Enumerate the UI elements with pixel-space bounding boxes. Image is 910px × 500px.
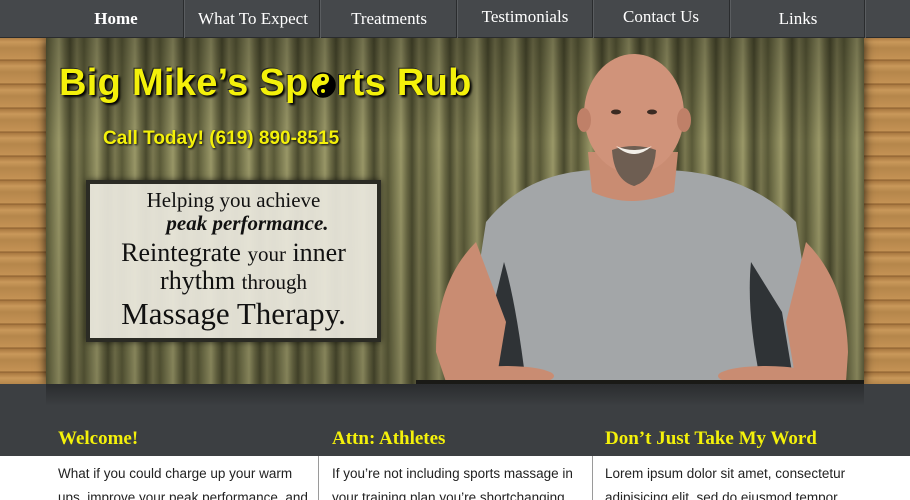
athletes-text: If you’re not including sports massage i… [332,466,573,500]
site-title: Big Mike’s Sp rts Rub [59,62,472,105]
tagline-box: Helping you achieve peak performance. Re… [86,180,381,342]
nav-item-treatments[interactable]: Treatments [322,0,456,38]
athletes-heading: Attn: Athletes [332,428,446,449]
main-nav: Home What To Expect Treatments Testimoni… [0,0,910,38]
nav-divider [319,0,321,38]
nav-item-what-to-expect[interactable]: What To Expect [186,0,320,38]
site-title-part1: Big Mike’s Sp [59,62,309,104]
nav-item-testimonials[interactable]: Testimonials [458,0,592,36]
tagline-line-5: Massage Therapy. [121,296,346,331]
tagline-word: your [247,242,286,266]
hero-shadow [46,384,864,406]
content-area: What if you could charge up your warm up… [0,456,910,500]
column-divider [318,456,319,500]
tagline-word: inner [292,238,346,267]
tagline-word: rhythm [160,266,236,295]
testimonial-text: Lorem ipsum dolor sit amet, consectetur … [605,466,846,500]
welcome-text: What if you could charge up your warm up… [58,466,308,500]
nav-item-links[interactable]: Links [731,0,865,38]
welcome-heading: Welcome! [58,428,139,449]
tagline-line-1: Helping you achieve [146,188,321,212]
site-title-part2: rts Rub [336,62,472,104]
nav-item-home[interactable]: Home [48,0,184,38]
hero-photo-frame: Big Mike’s Sp rts Rub Call Today! (619) 8… [46,38,864,384]
nav-divider [864,0,866,38]
hero-banner: Big Mike’s Sp rts Rub Call Today! (619) 8… [0,38,910,384]
therapist-photo [416,54,864,384]
tagline-line-2: peak performance. [166,211,329,235]
tagline-line-4: rhythm through [90,266,377,296]
tagline-word: Reintegrate [121,238,241,267]
testimonial-heading: Don’t Just Take My Word [605,428,817,449]
column-divider [592,456,593,500]
call-today-phone: Call Today! (619) 890-8515 [103,128,340,149]
nav-divider [183,0,185,38]
tagline-line-3: Reintegrate your inner [90,238,377,268]
yin-yang-icon [309,65,336,98]
tagline-word: through [241,270,307,294]
nav-item-contact-us[interactable]: Contact Us [594,0,728,36]
